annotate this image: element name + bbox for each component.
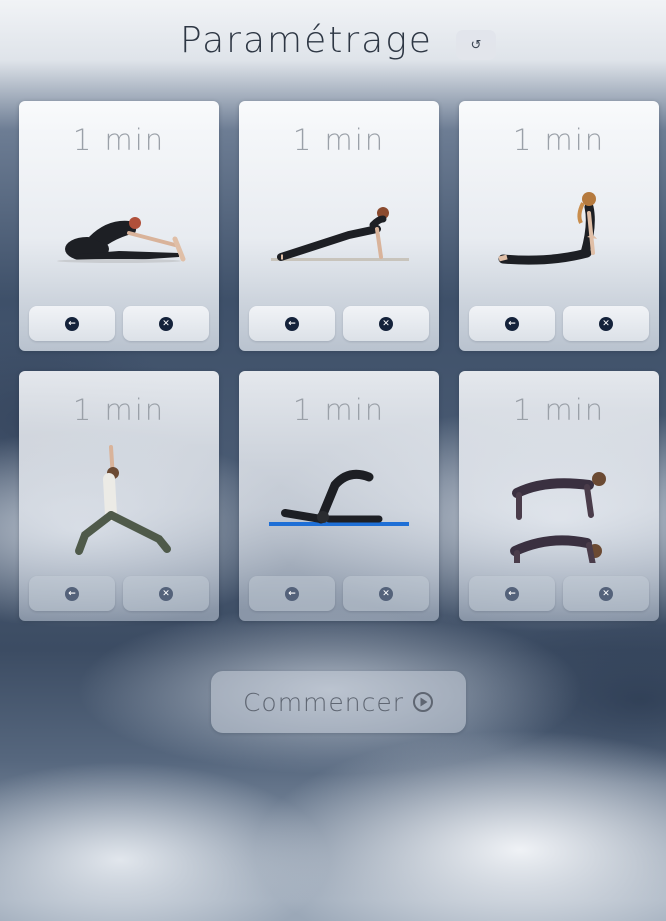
header: Paramétrage ↺	[0, 18, 666, 70]
exercise-image	[57, 217, 186, 263]
close-circle-icon: ✕	[599, 586, 613, 601]
exercise-image	[510, 472, 606, 563]
exercise-duration: 1 min	[292, 393, 386, 427]
remove-exercise-button[interactable]: ✕	[123, 576, 209, 611]
exercise-card: 1 min ← ✕	[19, 371, 219, 621]
arrow-left-circle-icon: ←	[65, 316, 79, 331]
exercise-duration: 1 min	[72, 123, 166, 157]
undo-icon: ↺	[470, 37, 482, 53]
page-title: Paramétrage	[180, 20, 433, 61]
exercise-card: 1 min ← ✕	[19, 101, 219, 351]
move-left-button[interactable]: ←	[29, 576, 115, 611]
arrow-left-circle-icon: ←	[65, 586, 79, 601]
exercise-duration: 1 min	[512, 123, 606, 157]
close-circle-icon: ✕	[159, 586, 173, 601]
exercise-image	[498, 192, 597, 265]
remove-exercise-button[interactable]: ✕	[123, 306, 209, 341]
move-left-button[interactable]: ←	[469, 576, 555, 611]
move-left-button[interactable]: ←	[469, 306, 555, 341]
arrow-left-circle-icon: ←	[285, 316, 299, 331]
play-circle-icon	[413, 692, 434, 712]
close-circle-icon: ✕	[379, 316, 393, 331]
arrow-left-circle-icon: ←	[505, 316, 519, 331]
move-left-button[interactable]: ←	[29, 306, 115, 341]
close-circle-icon: ✕	[599, 316, 613, 331]
reset-button[interactable]: ↺	[456, 30, 496, 60]
exercise-image	[271, 207, 409, 261]
exercise-card: 1 min ← ✕	[239, 101, 439, 351]
exercise-card: 1 min ← ✕	[459, 371, 659, 621]
exercise-duration: 1 min	[292, 123, 386, 157]
close-circle-icon: ✕	[379, 586, 393, 601]
move-left-button[interactable]: ←	[249, 306, 335, 341]
arrow-left-circle-icon: ←	[285, 586, 299, 601]
exercise-card: 1 min ← ✕	[239, 371, 439, 621]
exercise-duration: 1 min	[512, 393, 606, 427]
exercise-image	[269, 469, 409, 526]
close-circle-icon: ✕	[159, 316, 173, 331]
arrow-left-circle-icon: ←	[505, 586, 519, 601]
move-left-button[interactable]: ←	[249, 576, 335, 611]
exercise-duration: 1 min	[72, 393, 166, 427]
remove-exercise-button[interactable]: ✕	[343, 576, 429, 611]
start-button[interactable]: Commencer	[211, 671, 466, 733]
start-label: Commencer	[242, 687, 405, 717]
remove-exercise-button[interactable]: ✕	[563, 576, 649, 611]
remove-exercise-button[interactable]: ✕	[343, 306, 429, 341]
exercise-image	[75, 445, 171, 555]
remove-exercise-button[interactable]: ✕	[563, 306, 649, 341]
exercise-card: 1 min ← ✕	[459, 101, 659, 351]
